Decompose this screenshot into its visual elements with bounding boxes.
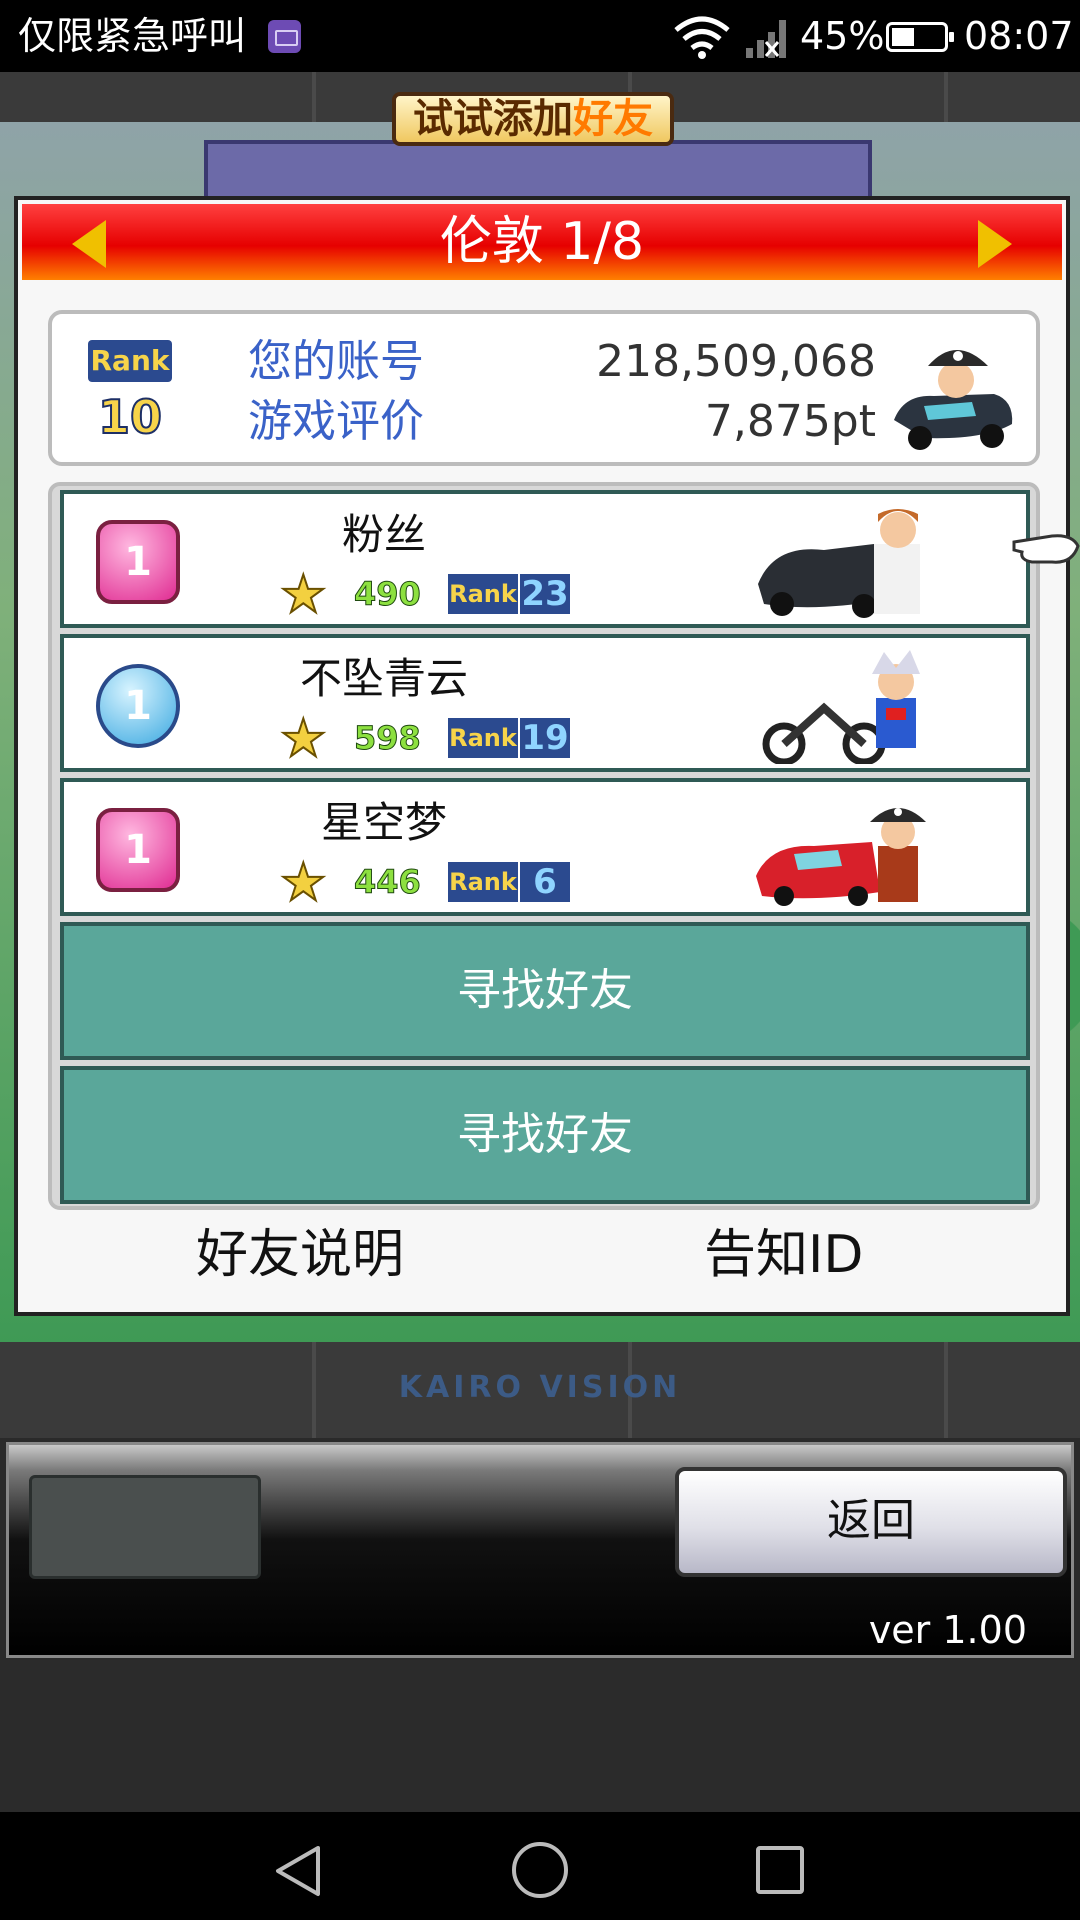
city-title: 伦敦 1/8 xyxy=(439,212,645,272)
find-friend-button[interactable]: 寻找好友 xyxy=(60,922,1030,1060)
carrier-text: 仅限紧急呼叫 xyxy=(18,14,247,58)
system-nav-bar xyxy=(0,1812,1080,1920)
friend-row[interactable]: 1 星空梦 ★ 446 Rank 6 xyxy=(60,778,1030,916)
battery-percent: 45% xyxy=(800,14,885,58)
friend-rank-value: 23 xyxy=(520,574,570,614)
pirate-red-car-avatar-icon xyxy=(756,808,926,906)
friend-rank-label: Rank xyxy=(448,862,518,902)
friend-row[interactable]: 1 粉丝 ★ 490 Rank 23 xyxy=(60,490,1030,628)
friend-level-badge: 1 xyxy=(96,520,180,604)
evaluation-value: 7,875pt xyxy=(704,396,876,447)
clock: 08:07 xyxy=(964,14,1074,58)
status-bar: 仅限紧急呼叫 45% 08:07 xyxy=(0,0,1080,72)
pirate-car-avatar-icon xyxy=(894,350,1013,450)
friend-rank-label: Rank xyxy=(448,718,518,758)
account-label: 您的账号 xyxy=(248,336,424,387)
nav-home-icon[interactable] xyxy=(512,1842,568,1898)
control-bar: 返回 ver 1.00 xyxy=(6,1442,1074,1658)
back-button[interactable]: 返回 xyxy=(675,1467,1067,1577)
evaluation-label: 游戏评价 xyxy=(248,396,424,447)
scientist-car-avatar-icon xyxy=(758,509,920,618)
battery-icon xyxy=(886,22,954,52)
rank-label: Rank xyxy=(88,340,172,382)
pointing-hand-icon xyxy=(1012,534,1080,564)
friend-name: 不坠青云 xyxy=(299,654,468,703)
friend-score: 598 xyxy=(354,719,422,758)
nav-back-icon[interactable] xyxy=(272,1844,326,1898)
banner-prefix: 试试添加 xyxy=(413,96,573,142)
find-friend-button[interactable]: 寻找好友 xyxy=(60,1066,1030,1204)
star-icon: ★ xyxy=(279,853,328,913)
friend-name: 星空梦 xyxy=(320,798,447,847)
friends-panel: 伦敦 1/8 Rank 10 您的账号 218,509,068 游戏评价 7,8… xyxy=(14,196,1070,1316)
friend-level-badge: 1 xyxy=(96,664,180,748)
friend-help-link[interactable]: 好友说明 xyxy=(196,1220,404,1290)
signal-icon xyxy=(746,20,786,58)
friends-list: 1 粉丝 ★ 490 Rank 23 1 不坠青云 ★ 598 Rank 19 xyxy=(48,482,1040,1210)
keyboard-icon xyxy=(268,20,301,53)
background-card xyxy=(204,140,872,200)
friend-score: 446 xyxy=(354,863,422,902)
version-label: ver 1.00 xyxy=(868,1608,1027,1652)
nav-recent-apps-icon[interactable] xyxy=(756,1846,804,1894)
panel-header: 伦敦 1/8 xyxy=(22,204,1062,280)
star-icon: ★ xyxy=(279,565,328,625)
friend-rank-value: 19 xyxy=(520,718,570,758)
empty-slot-button[interactable] xyxy=(29,1475,261,1579)
friend-row[interactable]: 1 不坠青云 ★ 598 Rank 19 xyxy=(60,634,1030,772)
friend-level-badge: 1 xyxy=(96,808,180,892)
profile-card: Rank 10 您的账号 218,509,068 游戏评价 7,875pt xyxy=(48,310,1040,466)
biker-avatar-icon xyxy=(762,650,920,764)
account-value: 218,509,068 xyxy=(596,336,876,387)
friend-rank-label: Rank xyxy=(448,574,518,614)
wifi-icon xyxy=(674,16,730,59)
friend-name: 粉丝 xyxy=(341,510,426,559)
add-friend-banner: 试试添加好友 xyxy=(392,92,674,146)
prev-city-arrow-icon[interactable] xyxy=(72,220,106,268)
rank-value: 10 xyxy=(97,390,163,444)
star-icon: ★ xyxy=(279,709,328,769)
friend-score: 490 xyxy=(354,575,422,614)
bottom-spacer xyxy=(0,1660,1080,1812)
next-city-arrow-icon[interactable] xyxy=(978,220,1012,268)
banner-highlight: 好友 xyxy=(573,96,653,142)
brand-logo: KAIRO VISION xyxy=(398,1370,682,1405)
friend-rank-value: 6 xyxy=(520,862,570,902)
share-id-link[interactable]: 告知ID xyxy=(704,1220,863,1290)
